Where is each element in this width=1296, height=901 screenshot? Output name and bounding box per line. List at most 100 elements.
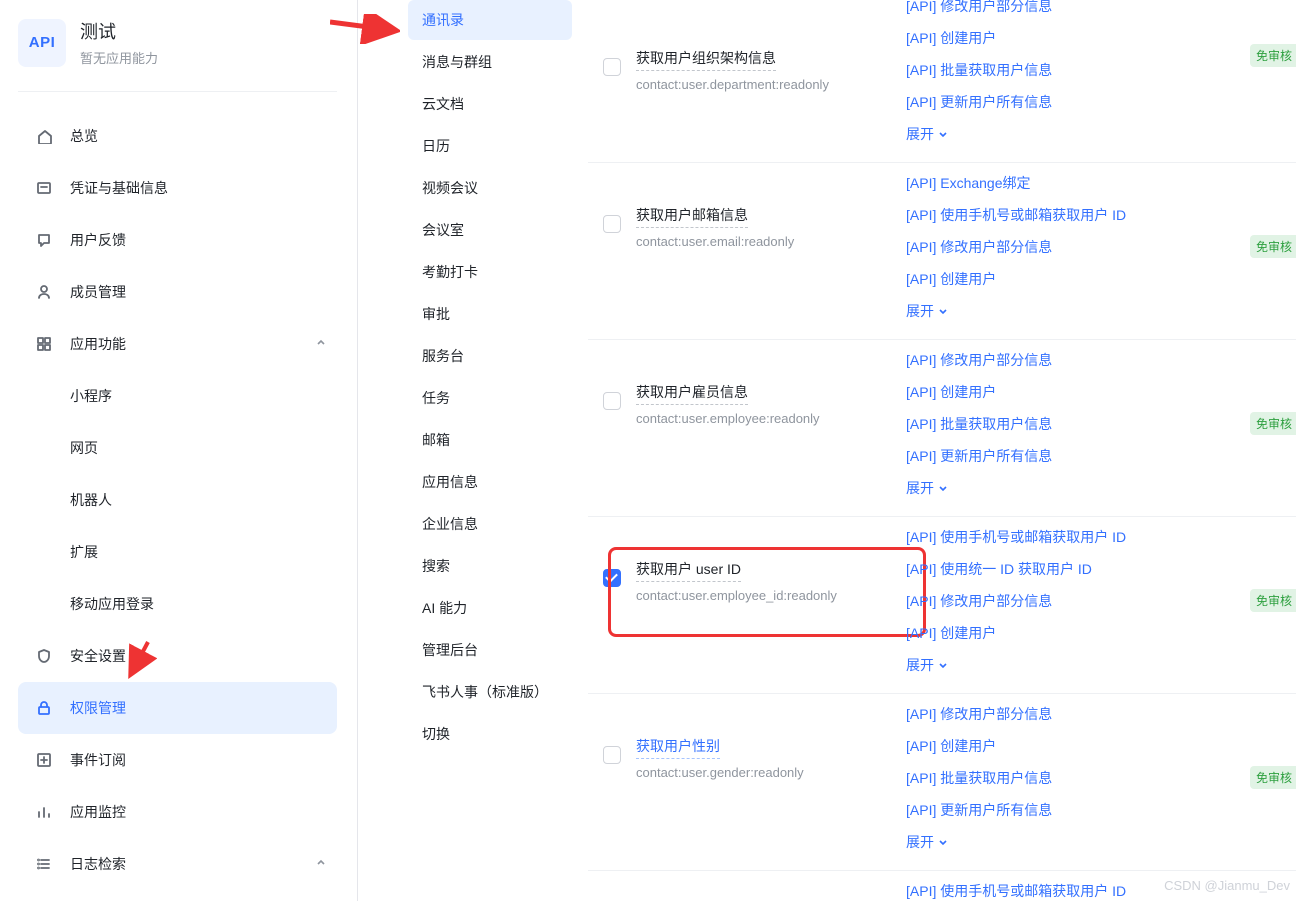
sidebar-item-13[interactable]: 应用监控 — [18, 786, 337, 838]
category-item-15[interactable]: 管理后台 — [408, 630, 572, 670]
api-link[interactable]: [API] 创建用户 — [906, 382, 1296, 402]
api-link[interactable]: [API] 更新用户所有信息 — [906, 800, 1296, 820]
api-link[interactable]: [API] Exchange绑定 — [906, 173, 1296, 193]
category-item-8[interactable]: 服务台 — [408, 336, 572, 376]
perm-checkbox-3[interactable] — [603, 569, 621, 587]
category-item-17[interactable]: 切换 — [408, 714, 572, 754]
api-link[interactable]: [API] 修改用户部分信息 — [906, 350, 1296, 370]
sidebar-icon-11 — [36, 700, 52, 716]
api-link[interactable]: [API] 使用手机号或邮箱获取用户 ID — [906, 881, 1296, 901]
review-badge: 免审核 — [1250, 235, 1296, 258]
category-item-6[interactable]: 考勤打卡 — [408, 252, 572, 292]
api-link[interactable]: [API] 使用手机号或邮箱获取用户 ID — [906, 205, 1296, 225]
sidebar-item-11[interactable]: 权限管理 — [18, 682, 337, 734]
api-link[interactable]: [API] 修改用户部分信息 — [906, 237, 1296, 257]
category-item-16[interactable]: 飞书人事（标准版） — [408, 672, 572, 712]
sidebar-item-10[interactable]: 安全设置 — [18, 630, 337, 682]
chevron-up-icon — [315, 336, 327, 352]
category-item-7[interactable]: 审批 — [408, 294, 572, 334]
chevron-up-icon — [315, 856, 327, 872]
api-link[interactable]: [API] 批量获取用户信息 — [906, 60, 1296, 80]
category-item-10[interactable]: 邮箱 — [408, 420, 572, 460]
sidebar-label-9: 移动应用登录 — [70, 594, 154, 614]
expand-link[interactable]: 展开 — [906, 478, 949, 498]
sidebar-item-0[interactable]: 总览 — [18, 110, 337, 162]
api-link[interactable]: [API] 批量获取用户信息 — [906, 768, 1296, 788]
expand-link[interactable]: 展开 — [906, 124, 949, 144]
sidebar-label-10: 安全设置 — [70, 646, 126, 666]
category-item-11[interactable]: 应用信息 — [408, 462, 572, 502]
perm-row-0: 获取用户组织架构信息contact:user.department:readon… — [588, 0, 1296, 163]
sidebar-item-1[interactable]: 凭证与基础信息 — [18, 162, 337, 214]
sidebar-label-5: 小程序 — [70, 386, 112, 406]
category-item-1[interactable]: 消息与群组 — [408, 42, 572, 82]
sidebar-icon-12 — [36, 752, 52, 768]
perm-name: 获取用户 user ID — [636, 559, 741, 582]
perm-checkbox-2[interactable] — [603, 392, 621, 410]
sidebar-item-6[interactable]: 网页 — [18, 422, 337, 474]
api-link[interactable]: [API] 创建用户 — [906, 623, 1296, 643]
sidebar-label-13: 应用监控 — [70, 802, 126, 822]
sidebar-item-8[interactable]: 扩展 — [18, 526, 337, 578]
perm-scope: contact:user.email:readonly — [636, 234, 906, 249]
review-badge: 免审核 — [1250, 412, 1296, 435]
api-link[interactable]: [API] 创建用户 — [906, 28, 1296, 48]
api-link[interactable]: [API] 修改用户部分信息 — [906, 591, 1296, 611]
category-item-0[interactable]: 通讯录 — [408, 0, 572, 40]
category-item-5[interactable]: 会议室 — [408, 210, 572, 250]
category-item-2[interactable]: 云文档 — [408, 84, 572, 124]
sidebar-label-0: 总览 — [70, 126, 98, 146]
api-link[interactable]: [API] 更新用户所有信息 — [906, 92, 1296, 112]
perm-row-5: 通过手机号或邮箱获取用户 IDcontact:user.id:readonly[… — [588, 871, 1296, 901]
sidebar-item-4[interactable]: 应用功能 — [18, 318, 337, 370]
perm-name: 获取用户组织架构信息 — [636, 48, 776, 71]
api-link[interactable]: [API] 批量获取用户信息 — [906, 414, 1296, 434]
perm-row-2: 获取用户雇员信息contact:user.employee:readonly[A… — [588, 340, 1296, 517]
perm-checkbox-4[interactable] — [603, 746, 621, 764]
perm-row-3: 获取用户 user IDcontact:user.employee_id:rea… — [588, 517, 1296, 694]
review-badge: 免审核 — [1250, 44, 1296, 67]
sidebar-label-1: 凭证与基础信息 — [70, 178, 168, 198]
perm-row-4: 获取用户性别contact:user.gender:readonly[API] … — [588, 694, 1296, 871]
api-link[interactable]: [API] 修改用户部分信息 — [906, 704, 1296, 724]
category-item-12[interactable]: 企业信息 — [408, 504, 572, 544]
sidebar-item-7[interactable]: 机器人 — [18, 474, 337, 526]
sidebar-label-11: 权限管理 — [70, 698, 126, 718]
sidebar-item-9[interactable]: 移动应用登录 — [18, 578, 337, 630]
sidebar-label-8: 扩展 — [70, 542, 98, 562]
sidebar-item-2[interactable]: 用户反馈 — [18, 214, 337, 266]
sidebar-item-14[interactable]: 日志检索 — [18, 838, 337, 890]
sidebar-icon-4 — [36, 336, 52, 352]
api-link[interactable]: [API] 创建用户 — [906, 736, 1296, 756]
perm-checkbox-0[interactable] — [603, 58, 621, 76]
sidebar-label-2: 用户反馈 — [70, 230, 126, 250]
category-item-9[interactable]: 任务 — [408, 378, 572, 418]
sidebar-icon-1 — [36, 180, 52, 196]
expand-link[interactable]: 展开 — [906, 301, 949, 321]
review-badge: 免审核 — [1250, 589, 1296, 612]
perm-name: 获取用户雇员信息 — [636, 382, 748, 405]
sidebar-label-12: 事件订阅 — [70, 750, 126, 770]
category-item-4[interactable]: 视频会议 — [408, 168, 572, 208]
app-subtitle: 暂无应用能力 — [80, 48, 158, 67]
perm-checkbox-1[interactable] — [603, 215, 621, 233]
perm-name: 获取用户性别 — [636, 736, 720, 759]
category-item-13[interactable]: 搜索 — [408, 546, 572, 586]
sidebar-icon-2 — [36, 232, 52, 248]
sidebar-label-4: 应用功能 — [70, 334, 126, 354]
api-link[interactable]: [API] 使用手机号或邮箱获取用户 ID — [906, 527, 1296, 547]
sidebar-icon-0 — [36, 128, 52, 144]
sidebar-item-3[interactable]: 成员管理 — [18, 266, 337, 318]
expand-link[interactable]: 展开 — [906, 832, 949, 852]
sidebar-item-12[interactable]: 事件订阅 — [18, 734, 337, 786]
api-link[interactable]: [API] 创建用户 — [906, 269, 1296, 289]
sidebar-icon-10 — [36, 648, 52, 664]
category-item-14[interactable]: AI 能力 — [408, 588, 572, 628]
category-item-3[interactable]: 日历 — [408, 126, 572, 166]
api-link[interactable]: [API] 修改用户部分信息 — [906, 0, 1296, 16]
sidebar-item-5[interactable]: 小程序 — [18, 370, 337, 422]
sidebar-label-7: 机器人 — [70, 490, 112, 510]
api-link[interactable]: [API] 更新用户所有信息 — [906, 446, 1296, 466]
api-link[interactable]: [API] 使用统一 ID 获取用户 ID — [906, 559, 1296, 579]
expand-link[interactable]: 展开 — [906, 655, 949, 675]
